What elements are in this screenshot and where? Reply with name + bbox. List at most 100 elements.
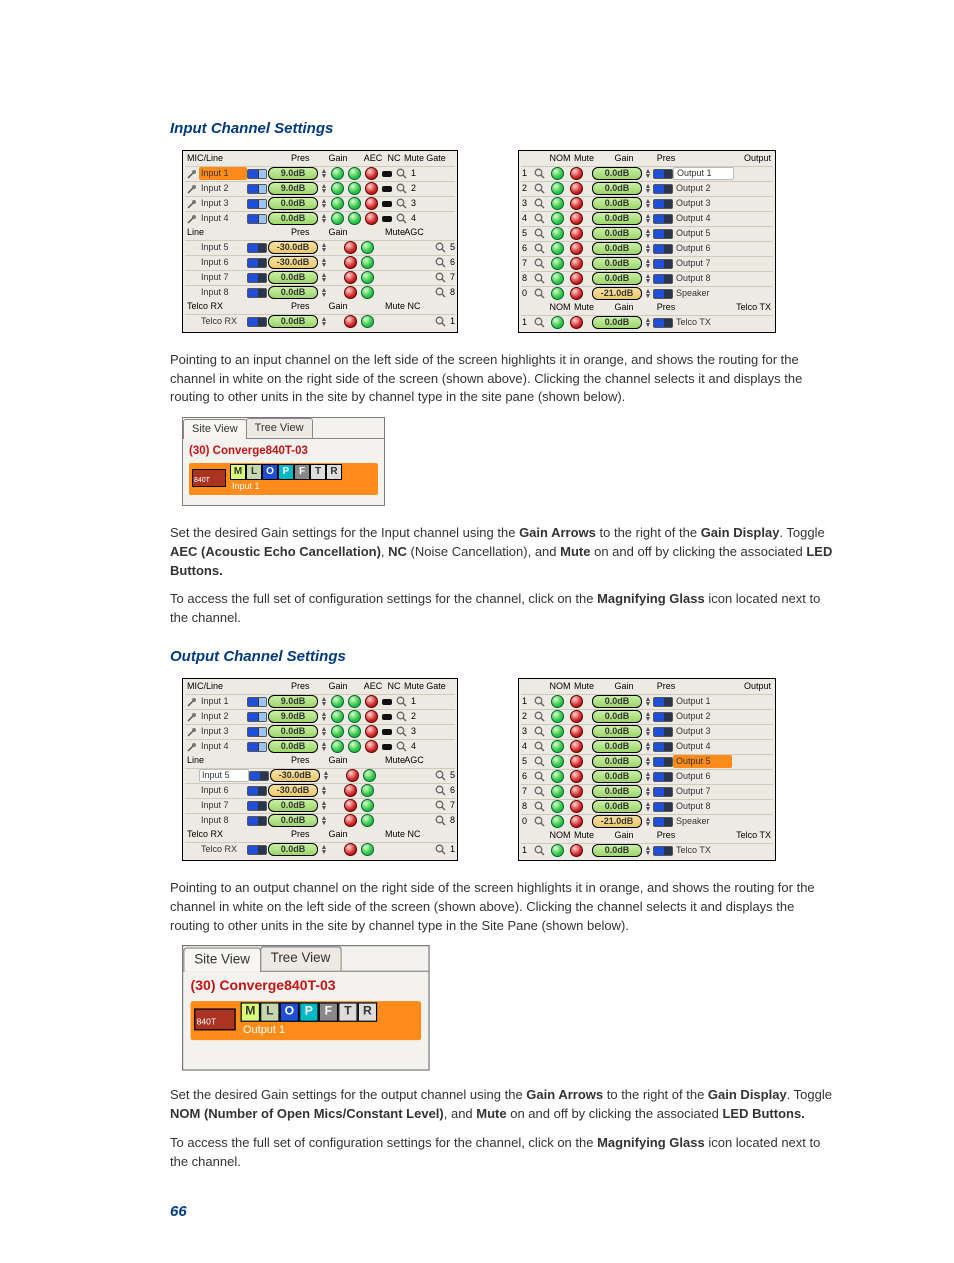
nom-led[interactable] <box>546 167 568 180</box>
preset-toggle[interactable] <box>653 244 673 254</box>
mute-led[interactable] <box>363 212 380 225</box>
magnify-icon[interactable] <box>532 243 546 254</box>
input-row[interactable]: Input 4 0.0dB ▲▼ 4 <box>185 739 455 754</box>
aec-led[interactable] <box>329 695 346 708</box>
gain-arrows-icon[interactable]: ▲▼ <box>319 169 329 179</box>
magnify-icon[interactable] <box>433 800 447 811</box>
magnify-icon[interactable] <box>532 741 546 752</box>
preset-toggle[interactable] <box>247 243 267 253</box>
telco-rx-row[interactable]: Telco RX 0.0dB ▲▼ 1 <box>185 314 455 329</box>
magnify-icon[interactable] <box>433 257 447 268</box>
input-row[interactable]: Input 8 0.0dB ▲▼ 8 <box>185 813 455 828</box>
gain-arrows-icon[interactable]: ▲▼ <box>321 771 331 781</box>
mute-led[interactable] <box>568 272 585 285</box>
output-label[interactable]: Output 7 <box>673 257 732 270</box>
channel-type-badges[interactable]: M L O P F T R <box>230 464 342 480</box>
mute-led[interactable] <box>363 695 380 708</box>
gain-arrows-icon[interactable]: ▲▼ <box>319 243 329 253</box>
channel-label[interactable]: Input 8 <box>199 814 247 827</box>
telco-rx-row[interactable]: Telco RX 0.0dB ▲▼ 1 <box>185 842 455 857</box>
badge-F[interactable]: F <box>294 464 310 480</box>
mute-led[interactable] <box>568 182 585 195</box>
magnify-icon[interactable] <box>394 726 408 737</box>
gain-arrows-icon[interactable]: ▲▼ <box>643 727 653 737</box>
nc-led[interactable] <box>346 725 363 738</box>
input-row[interactable]: Input 6 -30.0dB ▲▼ 6 <box>185 255 455 270</box>
channel-label[interactable]: Input 2 <box>199 710 247 723</box>
magnify-icon[interactable] <box>433 770 447 781</box>
output-row[interactable]: 6 0.0dB ▲▼ Output 6 <box>521 241 773 256</box>
output-row[interactable]: 1 0.0dB ▲▼ Telco TX <box>521 843 773 858</box>
output-row[interactable]: 3 0.0dB ▲▼ Output 3 <box>521 196 773 211</box>
input-row[interactable]: Input 1 9.0dB ▲▼ 1 <box>185 166 455 181</box>
mute-led[interactable] <box>342 814 359 827</box>
nom-led[interactable] <box>546 755 568 768</box>
channel-label[interactable]: Input 7 <box>199 271 247 284</box>
output-row[interactable]: 4 0.0dB ▲▼ Output 4 <box>521 211 773 226</box>
gain-arrows-icon[interactable]: ▲▼ <box>643 184 653 194</box>
preset-toggle[interactable] <box>653 214 673 224</box>
magnify-icon[interactable] <box>532 801 546 812</box>
preset-toggle[interactable] <box>247 727 267 737</box>
preset-toggle[interactable] <box>653 184 673 194</box>
nom-led[interactable] <box>546 785 568 798</box>
magnify-icon[interactable] <box>532 288 546 299</box>
nom-led[interactable] <box>546 740 568 753</box>
preset-toggle[interactable] <box>653 169 673 179</box>
gain-arrows-icon[interactable]: ▲▼ <box>319 801 329 811</box>
output-row[interactable]: 8 0.0dB ▲▼ Output 8 <box>521 271 773 286</box>
magnify-icon[interactable] <box>532 273 546 284</box>
output-row[interactable]: 7 0.0dB ▲▼ Output 7 <box>521 784 773 799</box>
gain-arrows-icon[interactable]: ▲▼ <box>643 802 653 812</box>
aec-led[interactable] <box>329 740 346 753</box>
gain-arrows-icon[interactable]: ▲▼ <box>643 846 653 856</box>
gain-arrows-icon[interactable]: ▲▼ <box>643 274 653 284</box>
gain-arrows-icon[interactable]: ▲▼ <box>643 772 653 782</box>
channel-label[interactable]: Input 4 <box>199 212 247 225</box>
preset-toggle[interactable] <box>653 757 673 767</box>
preset-toggle[interactable] <box>247 742 267 752</box>
mute-led[interactable] <box>568 815 585 828</box>
nc-led[interactable] <box>346 740 363 753</box>
input-row[interactable]: Input 2 9.0dB ▲▼ 2 <box>185 181 455 196</box>
preset-toggle[interactable] <box>653 274 673 284</box>
input-row[interactable]: Input 1 9.0dB ▲▼ 1 <box>185 694 455 709</box>
agc-led[interactable] <box>359 241 376 254</box>
mute-led[interactable] <box>342 799 359 812</box>
magnify-icon[interactable] <box>433 272 447 283</box>
gain-arrows-icon[interactable]: ▲▼ <box>643 199 653 209</box>
nom-led[interactable] <box>546 257 568 270</box>
input-row[interactable]: Input 6 -30.0dB ▲▼ 6 <box>185 783 455 798</box>
preset-toggle[interactable] <box>247 273 267 283</box>
mute-led[interactable] <box>568 755 585 768</box>
nom-led[interactable] <box>546 844 568 857</box>
output-row[interactable]: 1 0.0dB ▲▼ Telco TX <box>521 315 773 330</box>
preset-toggle[interactable] <box>653 712 673 722</box>
magnify-icon[interactable] <box>532 786 546 797</box>
output-row[interactable]: 3 0.0dB ▲▼ Output 3 <box>521 724 773 739</box>
magnify-icon[interactable] <box>532 317 546 328</box>
gain-arrows-icon[interactable]: ▲▼ <box>319 816 329 826</box>
preset-toggle[interactable] <box>247 184 267 194</box>
input-row[interactable]: Input 2 9.0dB ▲▼ 2 <box>185 709 455 724</box>
preset-toggle[interactable] <box>247 786 267 796</box>
nom-led[interactable] <box>546 182 568 195</box>
magnify-icon[interactable] <box>394 183 408 194</box>
mute-led[interactable] <box>342 271 359 284</box>
mute-led[interactable] <box>568 844 585 857</box>
output-row[interactable]: 5 0.0dB ▲▼ Output 5 <box>521 226 773 241</box>
preset-toggle[interactable] <box>249 771 269 781</box>
channel-label[interactable]: Input 5 <box>199 769 249 782</box>
output-row[interactable]: 0 -21.0dB ▲▼ Speaker <box>521 814 773 829</box>
magnify-icon[interactable] <box>532 711 546 722</box>
mute-led[interactable] <box>568 257 585 270</box>
gain-arrows-icon[interactable]: ▲▼ <box>643 214 653 224</box>
output-label[interactable]: Telco TX <box>673 844 732 857</box>
mute-led[interactable] <box>568 725 585 738</box>
preset-toggle[interactable] <box>247 199 267 209</box>
channel-label[interactable]: Input 4 <box>199 740 247 753</box>
preset-toggle[interactable] <box>653 802 673 812</box>
gain-arrows-icon[interactable]: ▲▼ <box>643 757 653 767</box>
output-row[interactable]: 1 0.0dB ▲▼ Output 1 <box>521 694 773 709</box>
output-row[interactable]: 1 0.0dB ▲▼ Output 1 <box>521 166 773 181</box>
